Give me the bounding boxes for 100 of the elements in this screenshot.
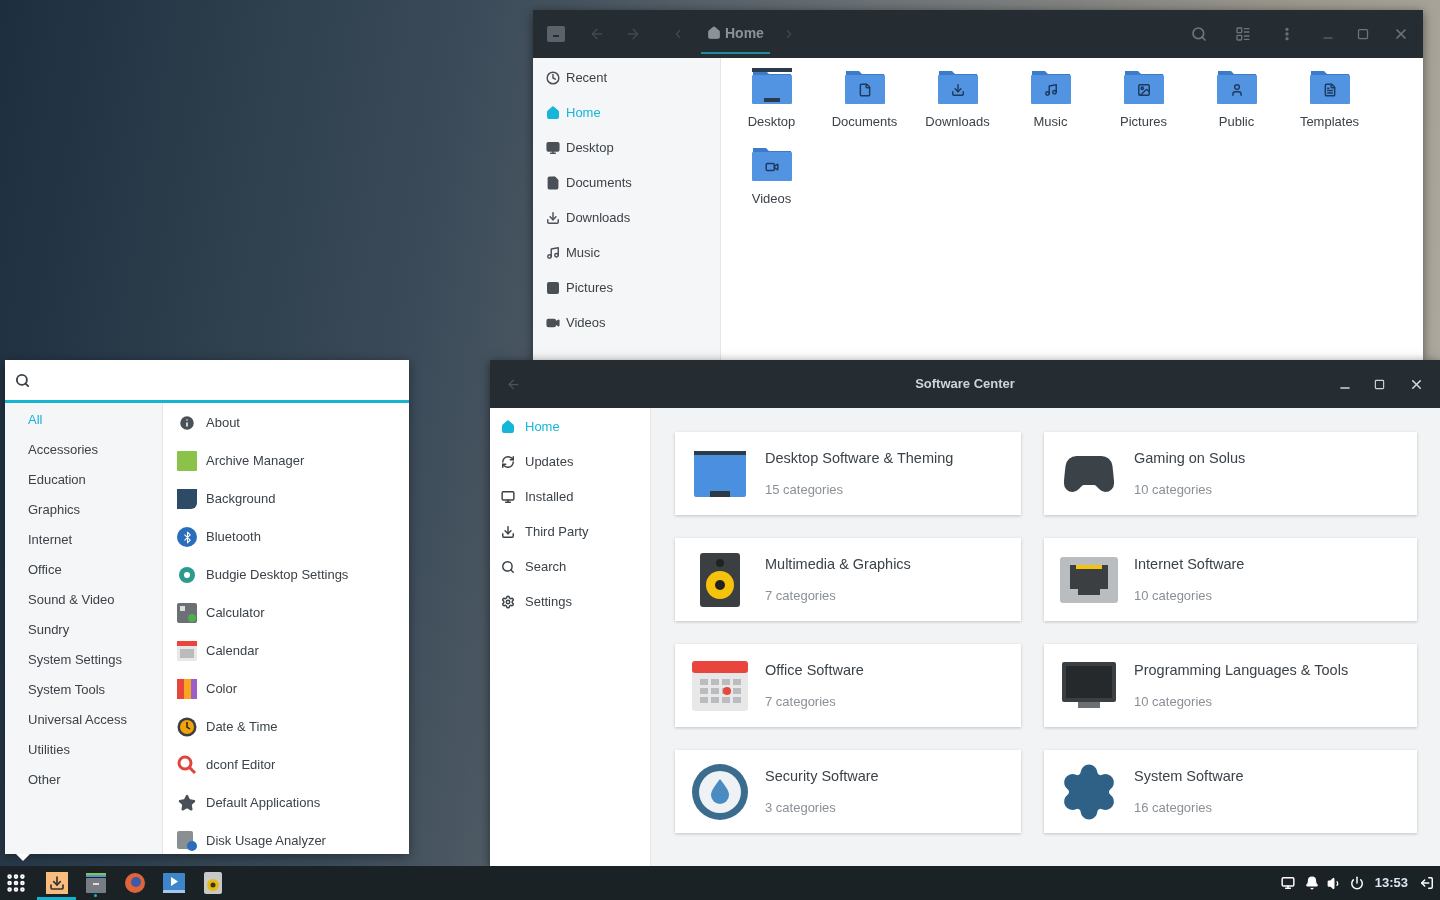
category-item[interactable]: Other [5,765,162,795]
folder-label[interactable]: Public [1218,112,1255,132]
sidebar-item[interactable]: Recent [533,60,720,95]
recent-icon [546,70,560,85]
app-item[interactable]: Color [163,670,409,708]
category-count: 15 categories [765,480,845,499]
folder-icon [937,68,978,104]
category-item[interactable]: Utilities [5,735,162,765]
color-swatches-icon [177,679,197,699]
search-icon [15,372,30,388]
category-title: Security Software [765,766,879,786]
category-card[interactable]: Internet Software 10 categories [1044,538,1417,621]
sidebar-item[interactable]: Settings [490,584,650,619]
app-item[interactable]: Disk Usage Analyzer [163,822,409,854]
app-item[interactable]: Budgie Desktop Settings [163,556,409,594]
sidebar-item[interactable]: Documents [533,165,720,200]
category-title: System Software [1134,766,1244,786]
category-count: 16 categories [1134,798,1214,817]
speaker-icon[interactable] [203,872,222,894]
monitor-icon [694,450,746,497]
category-title: Office Software [765,660,864,680]
category-item[interactable]: System Settings [5,645,162,675]
sidebar-item[interactable]: Third Party [490,514,650,549]
folder-icon [1309,68,1350,104]
sidebar-item[interactable]: Installed [490,479,650,514]
app-item[interactable]: Date & Time [163,708,409,746]
sidebar-item[interactable]: Videos [533,305,720,340]
category-item[interactable]: Sound & Video [5,585,162,615]
category-item[interactable]: Sundry [5,615,162,645]
folder-icon [751,145,792,181]
category-card[interactable]: Programming Languages & Tools 10 categories [1044,644,1417,727]
calendar-icon [692,660,748,711]
category-title: Programming Languages & Tools [1134,660,1349,680]
folder-icon [844,68,885,104]
app-item[interactable]: Background [163,480,409,518]
logout-icon[interactable] [1420,876,1434,890]
bell-icon[interactable] [1304,876,1319,890]
path-button[interactable]: Home [701,14,770,54]
folder-label[interactable]: Videos [751,189,792,209]
downloads-icon [546,210,560,225]
file-cabinet-icon[interactable] [85,873,106,893]
sidebar-item[interactable]: Pictures [533,270,720,305]
category-item[interactable]: Education [5,465,162,495]
category-card[interactable]: Security Software 3 categories [675,750,1021,833]
category-card[interactable]: Office Software 7 categories [675,644,1021,727]
calculator-icon [177,603,197,623]
app-item[interactable]: Archive Manager [163,442,409,480]
category-card[interactable]: Desktop Software & Theming 15 categories [675,432,1021,515]
clock-icon [177,717,197,737]
category-card[interactable]: System Software 16 categories [1044,750,1417,833]
disk-analyzer-icon [177,831,197,851]
folder-label[interactable]: Downloads [925,112,990,132]
home-icon [707,26,721,40]
list-view-icon[interactable] [1235,26,1251,42]
app-item[interactable]: Default Applications [163,784,409,822]
sidebar-item[interactable]: Desktop [533,130,720,165]
folder-label[interactable]: Documents [831,112,898,132]
category-title: Internet Software [1134,554,1245,574]
documents-icon [546,175,560,190]
category-item[interactable]: System Tools [5,675,162,705]
shield-drop-icon [691,762,749,821]
category-card[interactable]: Gaming on Solus 10 categories [1044,432,1417,515]
window-title: Software Center [915,375,1015,394]
power-icon[interactable] [1349,876,1364,890]
network-port-icon [1060,556,1118,603]
category-card[interactable]: Multimedia & Graphics 7 categories [675,538,1021,621]
sidebar-item[interactable]: Downloads [533,200,720,235]
category-count: 10 categories [1134,586,1214,605]
sidebar-item[interactable]: Music [533,235,720,270]
app-item[interactable]: Calculator [163,594,409,632]
folder-label[interactable]: Desktop [747,112,796,132]
sidebar-item[interactable]: Search [490,549,650,584]
category-item[interactable]: Office [5,555,162,585]
clock[interactable]: 13:53 [1374,873,1408,893]
sidebar-item[interactable]: Updates [490,444,650,479]
folder-label[interactable]: Music [1033,112,1068,132]
category-item[interactable]: Internet [5,525,162,555]
app-item[interactable]: dconf Editor [163,746,409,784]
folder-icon [1216,68,1257,104]
folder-icon [1030,68,1071,104]
app-item[interactable]: Calendar [163,632,409,670]
refresh-icon [501,454,515,469]
search-icon[interactable] [1191,26,1207,42]
category-item[interactable]: Universal Access [5,705,162,735]
category-title: Desktop Software & Theming [765,448,954,468]
notifications-icon[interactable] [1280,876,1295,890]
category-item[interactable]: Accessories [5,435,162,465]
folder-label[interactable]: Templates [1299,112,1360,132]
app-item[interactable]: About [163,404,409,442]
globe-icon[interactable] [123,872,146,894]
download-icon [501,524,515,539]
category-count: 3 categories [765,798,837,817]
app-item[interactable]: Bluetooth [163,518,409,556]
app-grid-icon[interactable] [5,872,27,894]
category-count: 10 categories [1134,480,1214,499]
category-item[interactable]: Graphics [5,495,162,525]
folder-label[interactable]: Pictures [1120,112,1167,132]
video-player-icon[interactable] [162,873,185,893]
info-icon [178,414,196,432]
download-icon[interactable] [45,872,68,894]
